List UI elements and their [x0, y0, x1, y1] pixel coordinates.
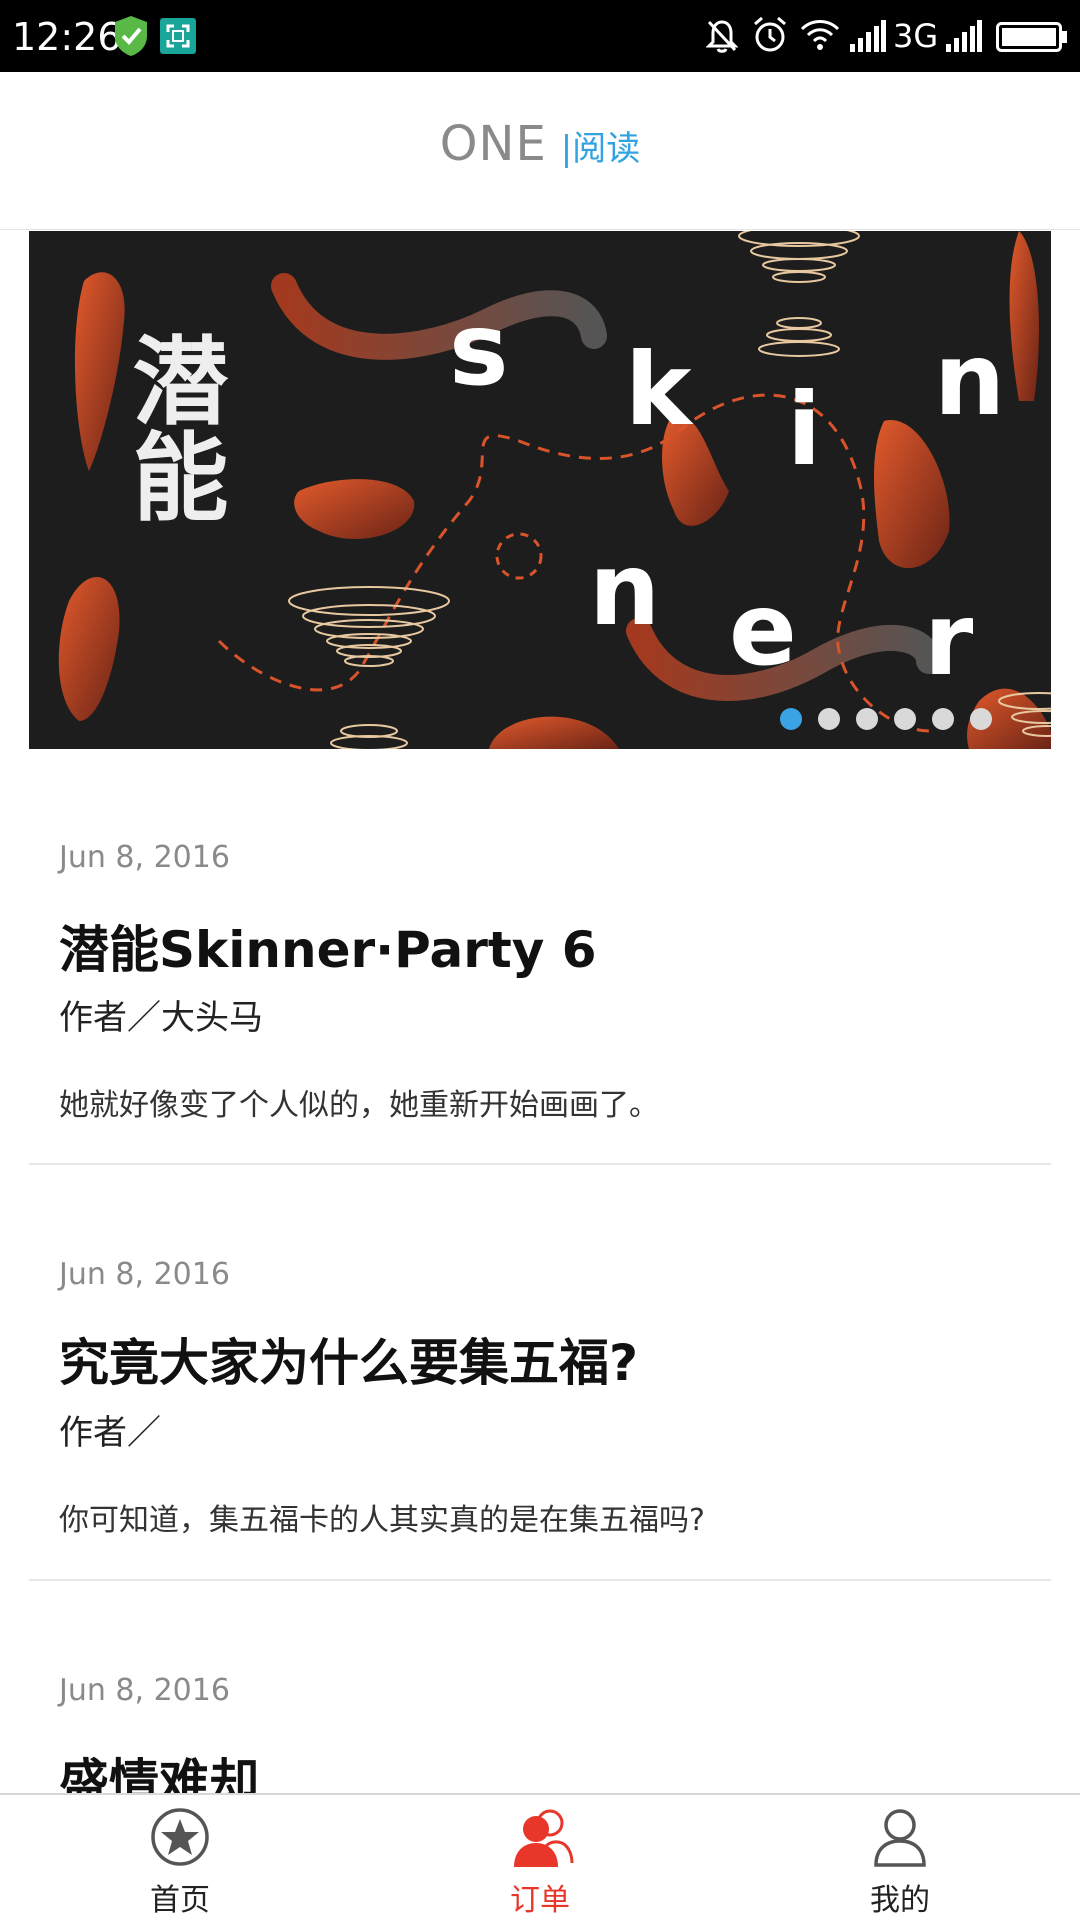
article-title: 盛情难却: [59, 1754, 259, 1793]
bell-off-icon: [706, 20, 738, 53]
app-logo: ONE |阅读: [0, 116, 1080, 177]
people-icon: [514, 1809, 574, 1867]
nav-label-orders: 订单: [510, 1883, 570, 1918]
network-type: 3G: [893, 17, 939, 55]
scan-icon: [160, 18, 196, 54]
carousel-dot[interactable]: [932, 708, 954, 730]
banner-letter-e: e: [729, 571, 797, 688]
carousel-dot[interactable]: [818, 708, 840, 730]
article-date: Jun 8, 2016: [59, 1673, 230, 1708]
banner-letter-i: i: [787, 371, 822, 488]
bottom-nav: 首页 订单 我的: [0, 1793, 1080, 1920]
article-card[interactable]: Jun 8, 2016 究竟大家为什么要集五福? 作者／ 你可知道，集五福卡的人…: [29, 1165, 1051, 1581]
carousel-dot[interactable]: [856, 708, 878, 730]
carousel-dots: [780, 708, 992, 734]
banner-title-cn: 潜能: [116, 331, 228, 523]
article-card[interactable]: Jun 8, 2016 潜能Skinner·Party 6 作者／大头马 她就好…: [29, 750, 1051, 1165]
signal-icon-2: [946, 20, 982, 52]
nav-item-orders[interactable]: 订单: [440, 1795, 640, 1922]
banner-letter-n2: n: [589, 531, 661, 648]
article-card[interactable]: Jun 8, 2016 盛情难却: [29, 1581, 1051, 1793]
carousel-dot[interactable]: [894, 708, 916, 730]
nav-item-home[interactable]: 首页: [80, 1795, 280, 1922]
logo-section: |阅读: [560, 129, 641, 169]
article-title: 究竟大家为什么要集五福?: [59, 1334, 639, 1392]
alarm-icon: [754, 16, 786, 52]
banner-letter-n1: n: [934, 321, 1006, 438]
banner-letter-r: r: [924, 581, 974, 698]
wifi-icon: [800, 20, 840, 50]
shield-icon: [115, 16, 147, 56]
article-author: 作者／: [59, 1413, 161, 1453]
nav-item-profile[interactable]: 我的: [800, 1795, 1000, 1922]
status-bar: 12:26 3G: [0, 0, 1080, 72]
article-excerpt: 她就好像变了个人似的，她重新开始画画了。: [59, 1088, 659, 1123]
article-author: 作者／大头马: [59, 998, 263, 1038]
article-date: Jun 8, 2016: [59, 1257, 230, 1292]
logo-one: ONE: [439, 116, 547, 172]
carousel-dot[interactable]: [780, 708, 802, 730]
banner-letter-s: s: [449, 291, 509, 408]
app-header: ONE |阅读: [0, 72, 1080, 230]
article-date: Jun 8, 2016: [59, 840, 230, 875]
person-icon: [874, 1809, 926, 1867]
nav-label-profile: 我的: [870, 1883, 930, 1918]
signal-icon: [850, 20, 886, 52]
battery-icon: [996, 22, 1067, 52]
star-circle-icon: [151, 1808, 209, 1866]
carousel-dot[interactable]: [970, 708, 992, 730]
banner-carousel[interactable]: 潜能 s k i n n e r: [29, 231, 1051, 749]
banner-letter-k: k: [625, 331, 692, 448]
article-title: 潜能Skinner·Party 6: [59, 921, 597, 979]
status-time: 12:26: [12, 15, 122, 59]
nav-label-home: 首页: [150, 1883, 210, 1918]
article-excerpt: 你可知道，集五福卡的人其实真的是在集五福吗?: [59, 1503, 705, 1538]
